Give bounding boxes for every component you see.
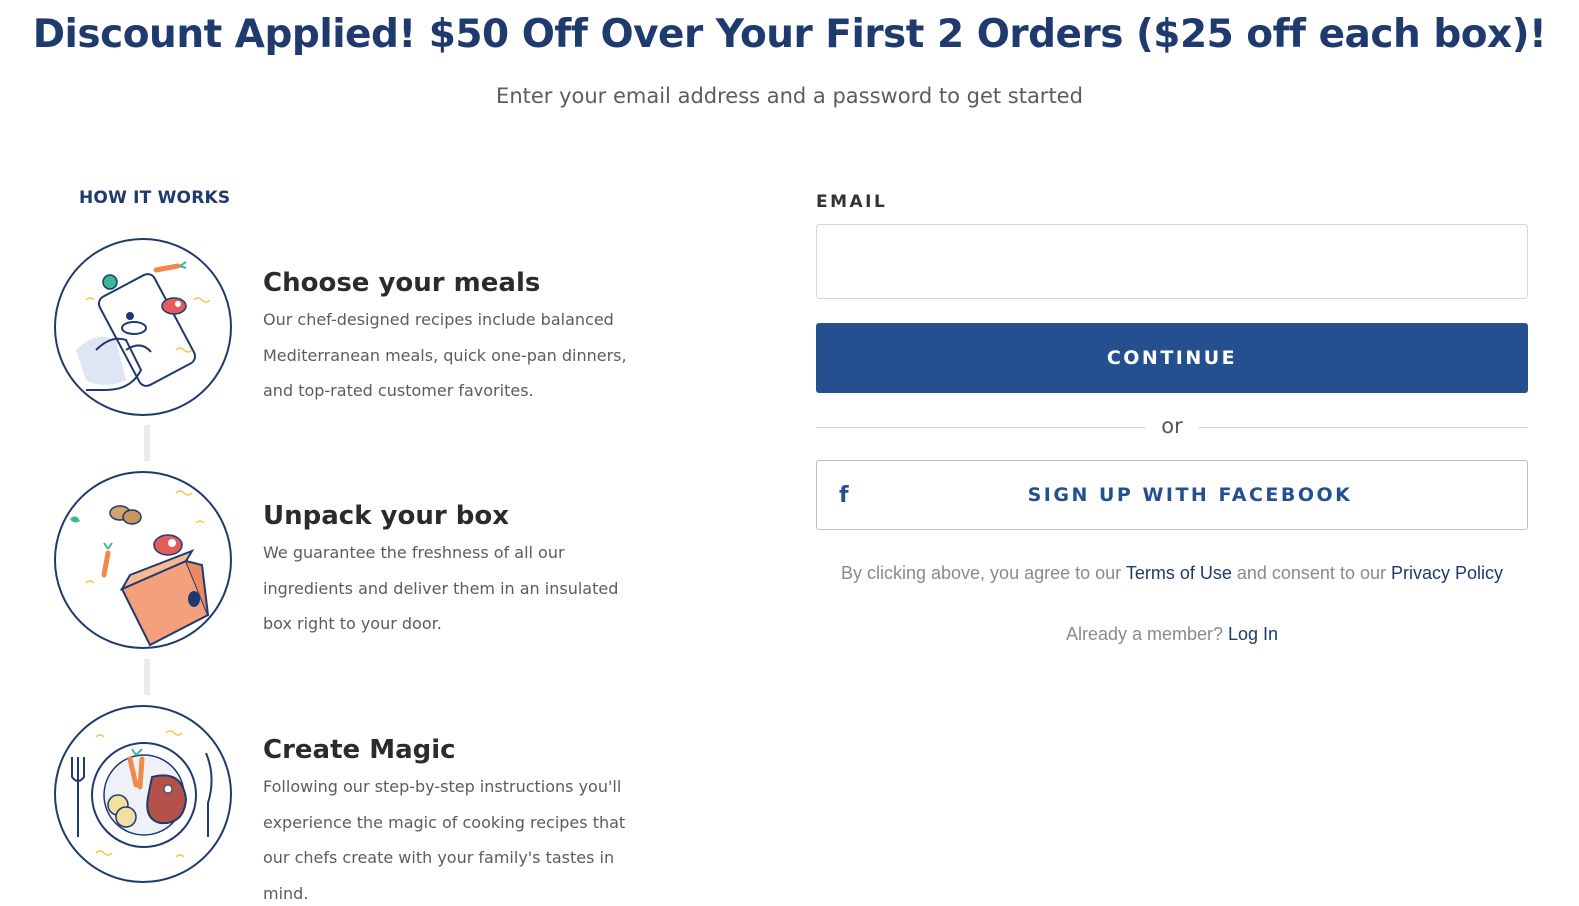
or-divider: or bbox=[816, 412, 1528, 442]
step-description: We guarantee the freshness of all our in… bbox=[263, 543, 619, 634]
facebook-signup-label: SIGN UP WITH FACEBOOK bbox=[1027, 484, 1353, 506]
signup-page: Discount Applied! $50 Off Over Your Firs… bbox=[0, 0, 1579, 906]
step-description: Following our step-by-step instructions … bbox=[263, 777, 626, 904]
email-label: EMAIL bbox=[816, 192, 888, 212]
step-connector bbox=[144, 425, 150, 461]
discount-headline: Discount Applied! $50 Off Over Your Firs… bbox=[32, 12, 1547, 57]
facebook-signup-button[interactable]: f SIGN UP WITH FACEBOOK bbox=[816, 460, 1528, 530]
privacy-policy-link[interactable]: Privacy Policy bbox=[1391, 563, 1503, 583]
legal-notice: By clicking above, you agree to our Term… bbox=[816, 561, 1528, 585]
step-title: Create Magic bbox=[263, 735, 456, 765]
dinner-plate-icon bbox=[54, 705, 232, 883]
signup-subheading: Enter your email address and a password … bbox=[496, 84, 1083, 108]
log-in-link[interactable]: Log In bbox=[1228, 624, 1278, 644]
already-member-row: Already a member? Log In bbox=[816, 624, 1528, 645]
phone-meal-icon bbox=[54, 238, 232, 416]
delivery-box-icon bbox=[54, 471, 232, 649]
legal-prefix: By clicking above, you agree to our bbox=[840, 563, 1126, 583]
step-title: Choose your meals bbox=[263, 268, 541, 298]
or-text: or bbox=[1161, 414, 1183, 438]
email-field[interactable] bbox=[816, 224, 1528, 299]
terms-of-use-link[interactable]: Terms of Use bbox=[1126, 563, 1232, 583]
step-description: Our chef-designed recipes include balanc… bbox=[263, 310, 627, 401]
how-it-works-title: HOW IT WORKS bbox=[79, 188, 231, 208]
legal-middle: and consent to our bbox=[1231, 563, 1391, 583]
step-connector bbox=[144, 659, 150, 695]
step-title: Unpack your box bbox=[263, 501, 509, 531]
continue-button[interactable]: CONTINUE bbox=[816, 323, 1528, 393]
member-prefix: Already a member? bbox=[1065, 624, 1229, 644]
